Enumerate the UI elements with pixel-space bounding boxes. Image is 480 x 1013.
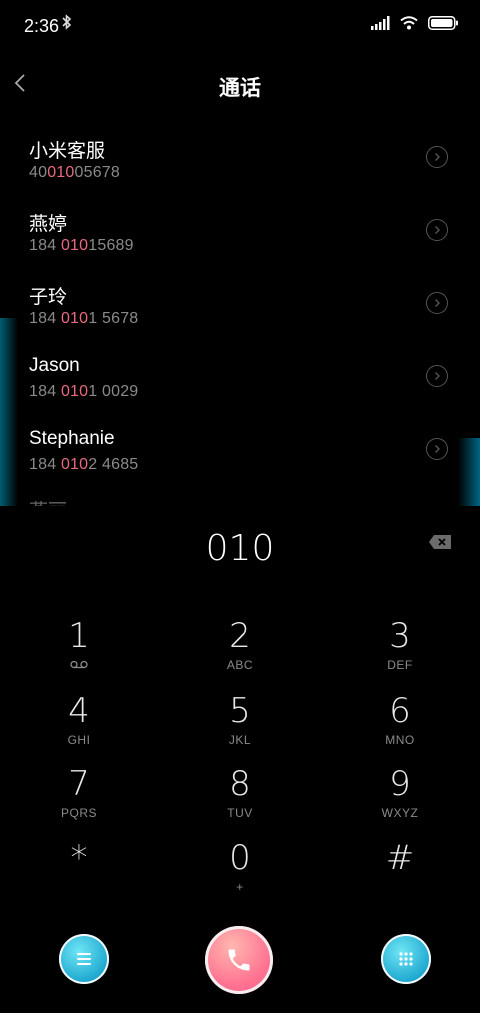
contact-list[interactable]: 小米客服 4001005678 燕婷 184 01015689 子玲 184 0… bbox=[0, 118, 480, 506]
menu-button[interactable] bbox=[59, 934, 109, 984]
signal-icon bbox=[370, 16, 390, 35]
dialer-panel: 010 1 2 ABC 3 DEF 4 GHI 5 JKL 6 MNO 7 PQ… bbox=[0, 506, 480, 1013]
chevron-right-circle-icon bbox=[435, 153, 440, 161]
contact-detail-button[interactable] bbox=[426, 438, 448, 460]
keypad-icon bbox=[399, 952, 413, 966]
key-3[interactable]: 3 DEF bbox=[340, 616, 460, 690]
key-9[interactable]: 9 WXYZ bbox=[340, 764, 460, 838]
key-hash[interactable]: # bbox=[340, 838, 460, 912]
bluetooth-icon bbox=[62, 14, 72, 35]
list-item[interactable]: 子玲 184 0101 5678 bbox=[0, 270, 480, 342]
contact-name: 小米客服 bbox=[29, 141, 106, 162]
status-time: 2:36 bbox=[24, 16, 60, 36]
contact-name: Jason bbox=[29, 355, 80, 376]
chevron-right-circle-icon bbox=[435, 299, 440, 307]
contact-number: 184 01015689 bbox=[29, 237, 134, 254]
contact-number: 184 0101 0029 bbox=[29, 383, 139, 400]
contact-detail-button[interactable] bbox=[426, 365, 448, 387]
status-icons bbox=[370, 16, 458, 35]
contact-number: 4001005678 bbox=[29, 164, 120, 181]
list-item[interactable]: Stephanie 184 0102 4685 bbox=[0, 416, 480, 488]
list-item[interactable]: 小米客服 4001005678 bbox=[0, 124, 480, 196]
contact-detail-button[interactable] bbox=[426, 146, 448, 168]
backspace-icon bbox=[429, 535, 451, 549]
battery-icon bbox=[428, 16, 458, 35]
call-button[interactable] bbox=[205, 926, 273, 994]
key-4[interactable]: 4 GHI bbox=[19, 691, 139, 765]
key-star[interactable]: * bbox=[19, 838, 139, 912]
wifi-icon bbox=[400, 16, 418, 35]
contact-name: Stephanie bbox=[29, 428, 115, 449]
chevron-right-circle-icon bbox=[435, 445, 440, 453]
contact-name: 子玲 bbox=[29, 287, 68, 308]
page-title: 通话 bbox=[219, 77, 261, 100]
key-5[interactable]: 5 JKL bbox=[180, 691, 300, 765]
contact-name-partial[interactable]: 燕丽 bbox=[29, 496, 67, 506]
menu-icon bbox=[77, 953, 91, 965]
list-item[interactable]: Jason 184 0101 0029 bbox=[0, 343, 480, 415]
contact-detail-button[interactable] bbox=[426, 292, 448, 314]
key-2[interactable]: 2 ABC bbox=[180, 616, 300, 690]
keypad-toggle-button[interactable] bbox=[381, 934, 431, 984]
backspace-button[interactable] bbox=[428, 534, 452, 550]
chevron-right-circle-icon bbox=[435, 226, 440, 234]
contact-detail-button[interactable] bbox=[426, 219, 448, 241]
phone-icon bbox=[228, 949, 250, 971]
key-6[interactable]: 6 MNO bbox=[340, 691, 460, 765]
key-8[interactable]: 8 TUV bbox=[180, 764, 300, 838]
dialed-number: 010 bbox=[205, 528, 275, 569]
status-bar: 2:36 bbox=[0, 0, 480, 52]
contact-number: 184 0102 4685 bbox=[29, 456, 139, 473]
voicemail-icon bbox=[19, 658, 139, 674]
list-item[interactable]: 燕婷 184 01015689 bbox=[0, 197, 480, 269]
chevron-right-circle-icon bbox=[435, 372, 440, 380]
header: 通话 bbox=[0, 60, 480, 110]
contact-name: 燕婷 bbox=[29, 214, 68, 235]
contact-number: 184 0101 5678 bbox=[29, 310, 139, 327]
key-1[interactable]: 1 bbox=[19, 616, 139, 690]
key-7[interactable]: 7 PQRS bbox=[19, 764, 139, 838]
key-0[interactable]: 0 + bbox=[180, 838, 300, 912]
